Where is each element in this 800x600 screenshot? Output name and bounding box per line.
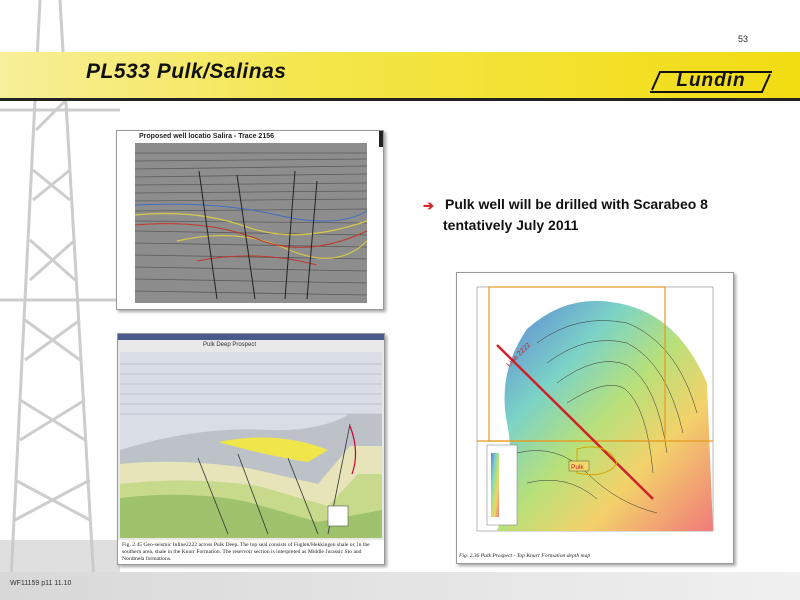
slide-title: PL533 Pulk/Salinas bbox=[86, 60, 287, 83]
depth-map-caption: Fig. 2.36 Pulk Prospect - Top Knurr Form… bbox=[459, 553, 591, 559]
depth-map-image: Line 2222 Pulk bbox=[457, 273, 733, 551]
depth-map-figure: Line 2222 Pulk Fig. 2.36 Pulk Prospect -… bbox=[456, 272, 734, 564]
logo-text: Lundin bbox=[676, 70, 746, 91]
seismic-figure-title: Proposed well locatio Salira - Trace 215… bbox=[139, 133, 275, 140]
bullet-line-1: Pulk well will be drilled with Scarabeo … bbox=[445, 196, 708, 212]
geoseismic-figure: Pulk Deep Prospect Fig. 2.45 Geo-seismic… bbox=[117, 333, 385, 565]
geoseismic-figure-title: Pulk Deep Prospect bbox=[203, 342, 257, 348]
geoseismic-caption: Fig. 2.45 Geo-seismic Inline2222 across … bbox=[122, 542, 370, 562]
geoseismic-image bbox=[118, 334, 384, 540]
map-pulk-label: Pulk bbox=[571, 464, 584, 471]
arrow-bullet-icon: ➔ bbox=[423, 198, 434, 213]
page-number: 53 bbox=[738, 34, 749, 44]
lundin-logo: Lundin bbox=[648, 66, 774, 96]
bullet-line-2: tentatively July 2011 bbox=[443, 217, 579, 233]
title-band-underline bbox=[0, 98, 800, 101]
seismic-section-figure: Proposed well locatio Salira - Trace 215… bbox=[116, 130, 384, 310]
seismic-section-image bbox=[117, 131, 383, 309]
footer-band bbox=[0, 572, 800, 600]
footer-reference: WF11159 p11 11.10 bbox=[10, 580, 72, 587]
